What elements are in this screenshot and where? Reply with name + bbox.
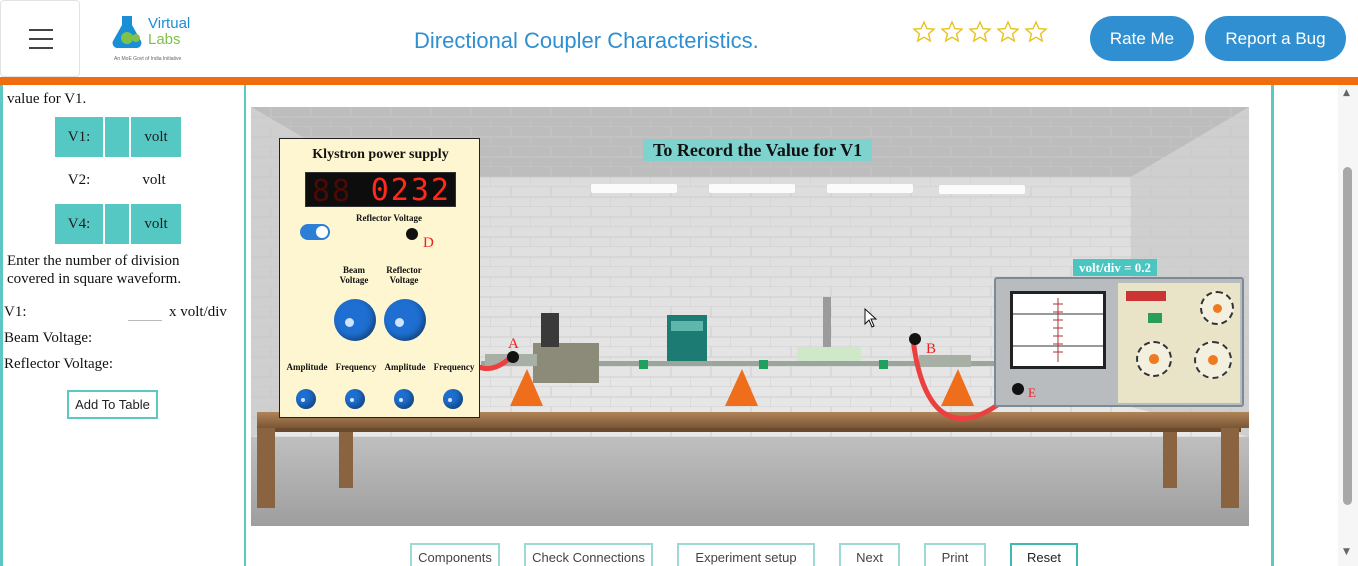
- instruction-text: value for V1.: [7, 91, 87, 107]
- display-digits: 0232: [370, 173, 451, 208]
- experiment-setup-button[interactable]: Experiment setup: [677, 543, 815, 566]
- reflector-voltage-caption: Reflector Voltage: [355, 213, 423, 223]
- frequency-caption: Frequency: [433, 362, 475, 372]
- report-bug-button[interactable]: Report a Bug: [1205, 16, 1346, 61]
- instruction-text-clipped: Then choose to select to add on the: [7, 70, 219, 86]
- reflector-knob-caption: Reflector Voltage: [386, 265, 422, 285]
- check-connections-button[interactable]: Check Connections: [524, 543, 653, 566]
- beam-voltage-caption: Beam Voltage: [339, 265, 369, 285]
- page-title: Directional Coupler Characteristics.: [414, 28, 759, 53]
- star-icon[interactable]: [996, 20, 1020, 44]
- next-button[interactable]: Next: [839, 543, 900, 566]
- frequency-knob[interactable]: [345, 389, 365, 409]
- point-a-label: A: [508, 336, 519, 352]
- power-toggle-switch[interactable]: [300, 224, 330, 240]
- simulation-scene: To Record the Value for V1 Klystron powe…: [251, 107, 1249, 526]
- oscilloscope: E: [994, 277, 1244, 407]
- waveform-trace: [1013, 298, 1103, 362]
- frame-border-divider: [244, 85, 246, 566]
- v2-unit: volt: [142, 172, 166, 188]
- v4-row: V4: volt: [55, 204, 181, 244]
- hamburger-menu-button[interactable]: [0, 0, 80, 77]
- voltage-display: 88 0232: [305, 172, 456, 209]
- connection-point-e[interactable]: [1012, 383, 1024, 395]
- header-bar: Virtual Labs An MoE Govt of India Initia…: [0, 0, 1358, 77]
- point-d-label: D: [423, 235, 434, 251]
- volt-div-dial-ch2[interactable]: [1194, 341, 1232, 379]
- point-b-label: B: [926, 341, 937, 357]
- v4-unit: volt: [131, 204, 181, 244]
- point-e-label: E: [1028, 385, 1036, 400]
- components-button[interactable]: Components: [410, 543, 500, 566]
- print-button[interactable]: Print: [924, 543, 986, 566]
- scroll-down-arrow-icon[interactable]: ▼: [1343, 547, 1350, 557]
- v1-row: V1: volt: [55, 117, 181, 157]
- mouse-cursor-icon: [864, 308, 878, 328]
- power-supply-title: Klystron power supply: [312, 147, 449, 162]
- flask-logo-icon: [112, 16, 142, 48]
- connection-point-b[interactable]: [909, 333, 921, 345]
- rating-stars: [912, 20, 1048, 44]
- observation-panel: Then choose to select to add on the valu…: [3, 70, 244, 566]
- v4-label: V4:: [55, 204, 103, 244]
- beam-voltage-label: Beam Voltage:: [4, 330, 93, 346]
- oscilloscope-controls: [1118, 283, 1240, 403]
- instruction-banner: To Record the Value for V1: [643, 139, 873, 161]
- logo-word-virtual: Virtual: [148, 15, 191, 32]
- frequency-caption: Frequency: [335, 362, 377, 372]
- rate-me-button[interactable]: Rate Me: [1090, 16, 1194, 61]
- v2-label: V2:: [67, 172, 91, 188]
- page-scrollbar[interactable]: ▲ ▼: [1338, 85, 1358, 566]
- star-icon[interactable]: [1024, 20, 1048, 44]
- v1-value[interactable]: [105, 117, 129, 157]
- v4-value[interactable]: [105, 204, 129, 244]
- menu-line-icon: [29, 29, 53, 31]
- v2-value[interactable]: [103, 172, 129, 189]
- division-prompt-cont: covered in square waveform.: [7, 271, 182, 287]
- v1-unit: volt: [131, 117, 181, 157]
- menu-line-icon: [29, 47, 53, 49]
- beam-voltage-knob[interactable]: [334, 299, 376, 341]
- add-to-table-button[interactable]: Add To Table: [67, 390, 158, 419]
- volt-div-label: volt/div = 0.2: [1073, 259, 1158, 276]
- control-button[interactable]: [1148, 313, 1162, 323]
- star-icon[interactable]: [912, 20, 936, 44]
- v1-division-unit: x volt/div: [169, 304, 227, 320]
- reflector-voltage-knob[interactable]: [384, 299, 426, 341]
- scroll-thumb[interactable]: [1343, 167, 1352, 505]
- amplitude-knob[interactable]: [394, 389, 414, 409]
- v2-row: V2: volt: [55, 172, 179, 189]
- menu-line-icon: [29, 38, 53, 40]
- frame-border-right: [1271, 85, 1274, 566]
- reflector-voltage-label: Reflector Voltage:: [4, 356, 113, 372]
- frequency-knob[interactable]: [443, 389, 463, 409]
- star-icon[interactable]: [940, 20, 964, 44]
- connection-point-d[interactable]: [406, 228, 418, 240]
- v1-division-label: V1:: [4, 304, 27, 320]
- amplitude-knob[interactable]: [296, 389, 316, 409]
- virtual-labs-logo[interactable]: Virtual Labs An MoE Govt of India Initia…: [106, 10, 206, 66]
- control-strip: [1126, 291, 1166, 301]
- v1-division-input[interactable]: [128, 303, 162, 321]
- oscilloscope-screen: [1010, 291, 1106, 369]
- logo-tagline: An MoE Govt of India Initiative: [114, 56, 182, 62]
- star-icon[interactable]: [968, 20, 992, 44]
- scroll-up-arrow-icon[interactable]: ▲: [1343, 88, 1350, 98]
- reset-button[interactable]: Reset: [1010, 543, 1078, 566]
- klystron-power-supply: Klystron power supply 88 0232 Reflector …: [279, 138, 480, 418]
- division-prompt: Enter the number of division: [7, 253, 180, 269]
- v1-label: V1:: [55, 117, 103, 157]
- volt-div-dial-ch1[interactable]: [1136, 341, 1172, 377]
- timebase-dial[interactable]: [1200, 291, 1234, 325]
- logo-word-labs: Labs: [148, 31, 181, 48]
- amplitude-caption: Amplitude: [286, 362, 328, 372]
- amplitude-caption: Amplitude: [384, 362, 426, 372]
